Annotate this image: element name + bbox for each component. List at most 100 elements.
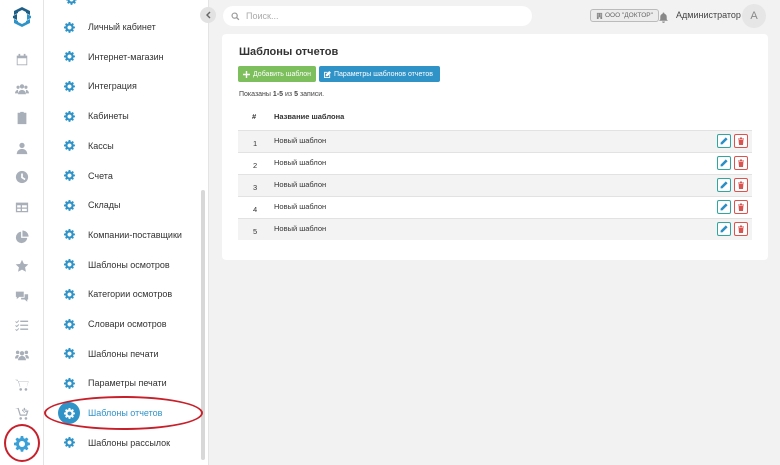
delete-button[interactable] [734, 200, 748, 214]
icon-rail [0, 0, 44, 465]
table-row[interactable]: 4 Новый шаблон [238, 196, 752, 218]
settings-menu-item[interactable]: Компании-поставщики [58, 224, 182, 246]
delete-button[interactable] [734, 178, 748, 192]
edit-button[interactable] [717, 200, 731, 214]
settings-menu-item[interactable]: Шаблоны осмотров [58, 254, 170, 276]
settings-menu-item-label: Шаблоны печати [88, 348, 159, 359]
settings-menu-item[interactable]: Склады [58, 194, 121, 216]
gear-icon [58, 105, 80, 127]
settings-menu-item[interactable]: Шаблоны рассылок [58, 432, 170, 454]
gear-icon [58, 343, 80, 365]
edit-button[interactable] [717, 178, 731, 192]
building-icon [596, 12, 603, 19]
users-icon[interactable] [13, 80, 31, 98]
settings-menu-item[interactable]: Интернет-магазин [58, 46, 164, 68]
settings-menu-item-label: Категории осмотров [88, 289, 173, 300]
logo-icon[interactable] [10, 5, 34, 29]
table-row[interactable]: 3 Новый шаблон [238, 174, 752, 196]
user-name[interactable]: Администратор [676, 10, 741, 20]
edit-button[interactable] [717, 156, 731, 170]
scrollbar[interactable] [201, 190, 205, 460]
trash-icon [738, 159, 744, 167]
gear-icon [58, 372, 80, 394]
add-template-label: Добавить шаблон [252, 70, 311, 78]
template-params-button[interactable]: Параметры шаблонов отчетов [319, 66, 440, 82]
trash-icon [738, 181, 744, 189]
delete-button[interactable] [734, 156, 748, 170]
settings-menu-item-label: Шаблоны рассылок [88, 437, 171, 448]
template-name[interactable]: Новый шаблон [274, 202, 326, 211]
checklist-icon[interactable] [13, 316, 31, 334]
settings-menu-item-label: Параметры печати [88, 378, 167, 389]
pencil-icon [720, 181, 728, 189]
pencil-icon [720, 203, 728, 211]
pencil-icon [720, 137, 728, 145]
summary-middle: из [285, 91, 293, 98]
settings-menu-item-label: Шаблоны осмотров [88, 259, 170, 270]
template-name[interactable]: Новый шаблон [274, 158, 326, 167]
gear-icon [58, 283, 80, 305]
gear-icon [58, 224, 80, 246]
column-header-name[interactable]: Название шаблона [274, 112, 344, 121]
add-template-button[interactable]: Добавить шаблон [238, 66, 316, 82]
settings-menu-item[interactable]: Кабинеты [58, 105, 129, 127]
pie-chart-icon[interactable] [13, 228, 31, 246]
user-icon[interactable] [13, 139, 31, 157]
trash-icon [738, 203, 744, 211]
summary-suffix: записи. [299, 91, 325, 98]
table-row[interactable]: 2 Новый шаблон [238, 152, 752, 174]
search-box[interactable] [223, 6, 532, 26]
settings-menu-item-label: Интеграция [88, 81, 137, 92]
delete-button[interactable] [734, 222, 748, 236]
group-icon[interactable] [13, 346, 31, 364]
column-header-number[interactable]: # [252, 112, 256, 121]
settings-menu-item[interactable]: Словари осмотров [58, 313, 167, 335]
settings-menu-item[interactable]: Шаблоны печати [58, 343, 159, 365]
template-name[interactable]: Новый шаблон [274, 180, 326, 189]
star-icon[interactable] [13, 257, 31, 275]
template-name[interactable]: Новый шаблон [274, 136, 326, 145]
chat-icon[interactable] [13, 287, 31, 305]
collapse-sidebar-button[interactable] [200, 7, 216, 23]
gear-icon [58, 16, 80, 38]
settings-menu-item-label: Кассы [88, 140, 114, 151]
table-icon[interactable] [13, 198, 31, 216]
bell-icon[interactable] [658, 10, 670, 23]
delete-button[interactable] [734, 134, 748, 148]
settings-menu-item[interactable]: Категории осмотров [58, 283, 172, 305]
settings-menu-item[interactable]: Интеграция [58, 75, 137, 97]
summary-prefix: Показаны [239, 91, 271, 98]
gear-icon [66, 0, 78, 5]
template-name[interactable]: Новый шаблон [274, 224, 326, 233]
annotation-oval-menu [44, 396, 203, 430]
calendar-icon[interactable] [13, 51, 31, 69]
settings-menu-item[interactable]: Кассы [58, 135, 114, 157]
gear-icon [58, 194, 80, 216]
gear-icon [58, 75, 80, 97]
settings-menu-item-label: Интернет-магазин [88, 51, 164, 62]
trash-icon [738, 225, 744, 233]
gear-icon [58, 46, 80, 68]
settings-menu-item-label: Словари осмотров [88, 319, 167, 329]
settings-menu-item[interactable]: Параметры печати [58, 372, 167, 394]
avatar[interactable]: А [742, 4, 766, 28]
settings-menu-item[interactable]: Личный кабинет [58, 16, 156, 38]
clock-icon[interactable] [13, 168, 31, 186]
cart-plus-icon[interactable] [13, 405, 31, 423]
records-summary: Показаны 1-5 из 5 записи. [239, 91, 324, 98]
trash-icon [738, 137, 744, 145]
edit-button[interactable] [717, 134, 731, 148]
gear-icon [58, 313, 80, 335]
settings-menu-item[interactable]: Счета [58, 165, 113, 187]
organization-badge[interactable]: ООО "ДОКТОР" [590, 9, 659, 22]
settings-menu-item-label: Личный кабинет [88, 22, 156, 32]
table-row[interactable]: 1 Новый шаблон [238, 130, 752, 152]
table-row[interactable]: 5 Новый шаблон [238, 218, 752, 240]
pencil-icon [720, 159, 728, 167]
clipboard-icon[interactable] [13, 109, 31, 127]
search-input[interactable] [246, 11, 516, 21]
cart-icon[interactable] [13, 376, 31, 394]
edit-button[interactable] [717, 222, 731, 236]
plus-icon [243, 70, 250, 78]
chevron-left-icon [206, 11, 211, 19]
